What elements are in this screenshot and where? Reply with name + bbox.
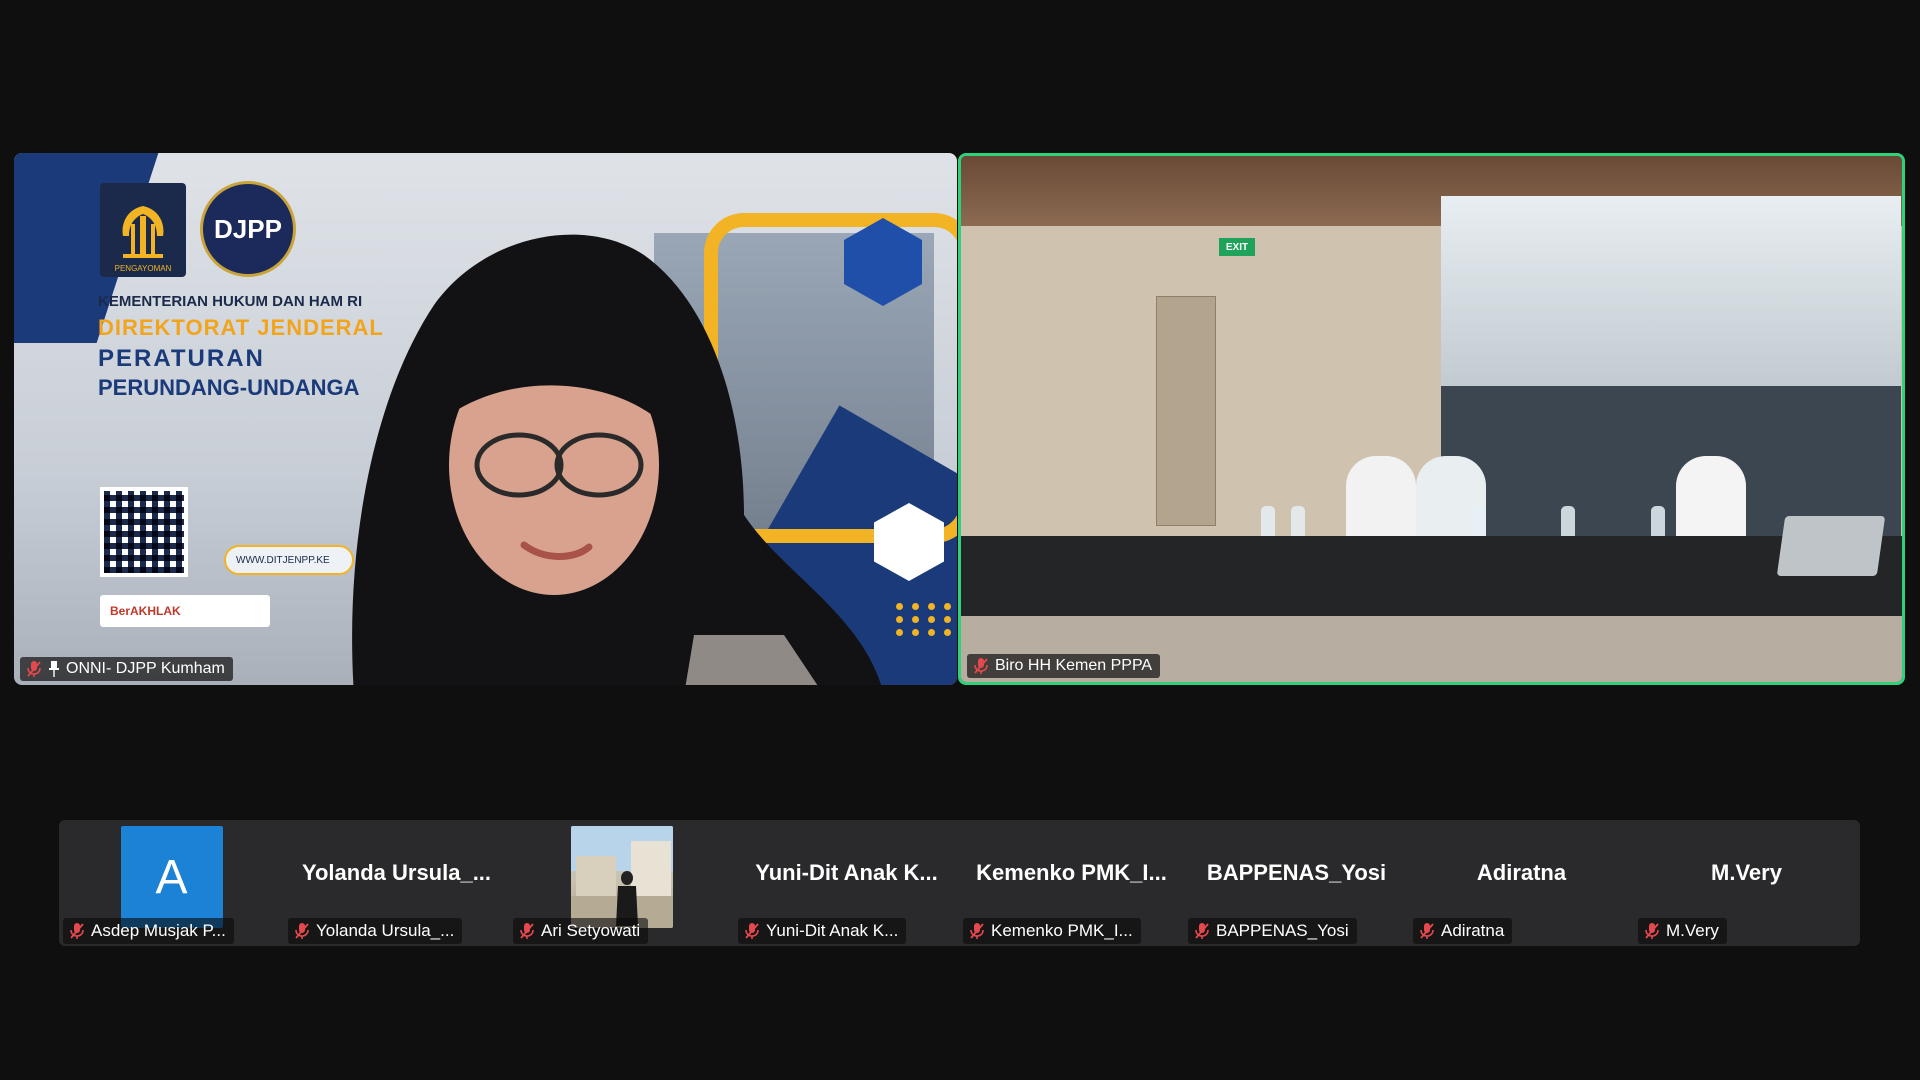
participant-tile[interactable]: Ari Setyowati (509, 820, 734, 946)
mic-muted-icon (295, 923, 309, 939)
participant-tile[interactable]: Yolanda Ursula_... Yolanda Ursula_... (284, 820, 509, 946)
participant-tile[interactable]: A Asdep Musjak P... (59, 820, 284, 946)
participant-name-tag: ONNI- DJPP Kumham (20, 657, 233, 681)
participant-tile[interactable]: BAPPENAS_Yosi BAPPENAS_Yosi (1184, 820, 1409, 946)
exit-sign: EXIT (1219, 238, 1255, 256)
participant-label: Kemenko PMK_I... (963, 918, 1141, 944)
participant-label-text: Yuni-Dit Anak K... (766, 921, 899, 940)
participant-label-text: BAPPENAS_Yosi (1216, 921, 1349, 940)
avatar: A (120, 826, 223, 928)
participant-tile[interactable]: Kemenko PMK_I... Kemenko PMK_I... (959, 820, 1184, 946)
participant-video-person (352, 234, 881, 685)
participant-label: Adiratna (1413, 918, 1513, 944)
participant-label: M.Very (1638, 918, 1727, 944)
participant-display-name: Adiratna (1476, 860, 1567, 885)
participant-tile[interactable]: M.Very M.Very (1634, 820, 1859, 946)
participant-name: ONNI- DJPP Kumham (66, 660, 225, 677)
participant-display-name: Kemenko PMK_I... (976, 860, 1167, 885)
participant-name: Biro HH Kemen PPPA (995, 657, 1153, 674)
mic-muted-icon (1420, 923, 1434, 939)
participant-label-text: Ari Setyowati (541, 921, 641, 940)
pengayoman-logo: PENGAYOMAN (100, 183, 186, 277)
participant-label-text: Asdep Musjak P... (91, 921, 226, 940)
participant-label: Yolanda Ursula_... (288, 918, 463, 944)
qr-code (100, 487, 188, 577)
mic-muted-icon (1195, 923, 1209, 939)
mic-muted-icon (1645, 923, 1659, 939)
participant-label: Asdep Musjak P... (63, 918, 234, 944)
participant-display-name: Yolanda Ursula_... (301, 860, 492, 885)
participant-label-text: Kemenko PMK_I... (991, 921, 1133, 940)
video-tile-onni[interactable]: PENGAYOMAN DJPP KEMENTERIAN HUKUM DAN HA… (14, 153, 957, 685)
tree-icon (122, 206, 164, 258)
participant-label: BAPPENAS_Yosi (1188, 918, 1357, 944)
participant-label: Ari Setyowati (513, 918, 649, 944)
background-dots (896, 603, 957, 636)
mic-muted-icon (27, 661, 41, 677)
participant-tile[interactable]: Yuni-Dit Anak K... Yuni-Dit Anak K... (734, 820, 959, 946)
mic-muted-icon (520, 923, 534, 939)
mic-muted-icon (970, 923, 984, 939)
pin-icon (49, 661, 59, 677)
participant-display-name: BAPPENAS_Yosi (1206, 860, 1387, 885)
laptop (1776, 516, 1886, 576)
meeting-stage: PENGAYOMAN DJPP KEMENTERIAN HUKUM DAN HA… (0, 0, 1920, 1080)
participant-label: Yuni-Dit Anak K... (738, 918, 907, 944)
mic-muted-icon (745, 923, 759, 939)
room-door (1156, 296, 1216, 526)
participant-label-text: M.Very (1666, 921, 1719, 940)
participant-name-tag: Biro HH Kemen PPPA (967, 654, 1161, 678)
participant-strip: A Asdep Musjak P... Yolanda Ursula_... Y… (59, 820, 1860, 946)
participant-display-name: M.Very (1711, 860, 1782, 885)
mic-muted-icon (70, 923, 84, 939)
participant-label-text: Adiratna (1441, 921, 1505, 940)
conference-table (961, 536, 1902, 616)
participant-video-thumbnail (570, 826, 673, 928)
participant-label-text: Yolanda Ursula_... (316, 921, 455, 940)
person-photo-icon (570, 826, 673, 928)
video-tile-biro-hh[interactable]: EXIT Biro HH Kemen PPPA (958, 153, 1905, 685)
logo-caption: PENGAYOMAN (114, 264, 172, 273)
mic-muted-icon (974, 658, 988, 674)
participant-display-name: Yuni-Dit Anak K... (755, 860, 938, 885)
participant-tile[interactable]: Adiratna Adiratna (1409, 820, 1634, 946)
